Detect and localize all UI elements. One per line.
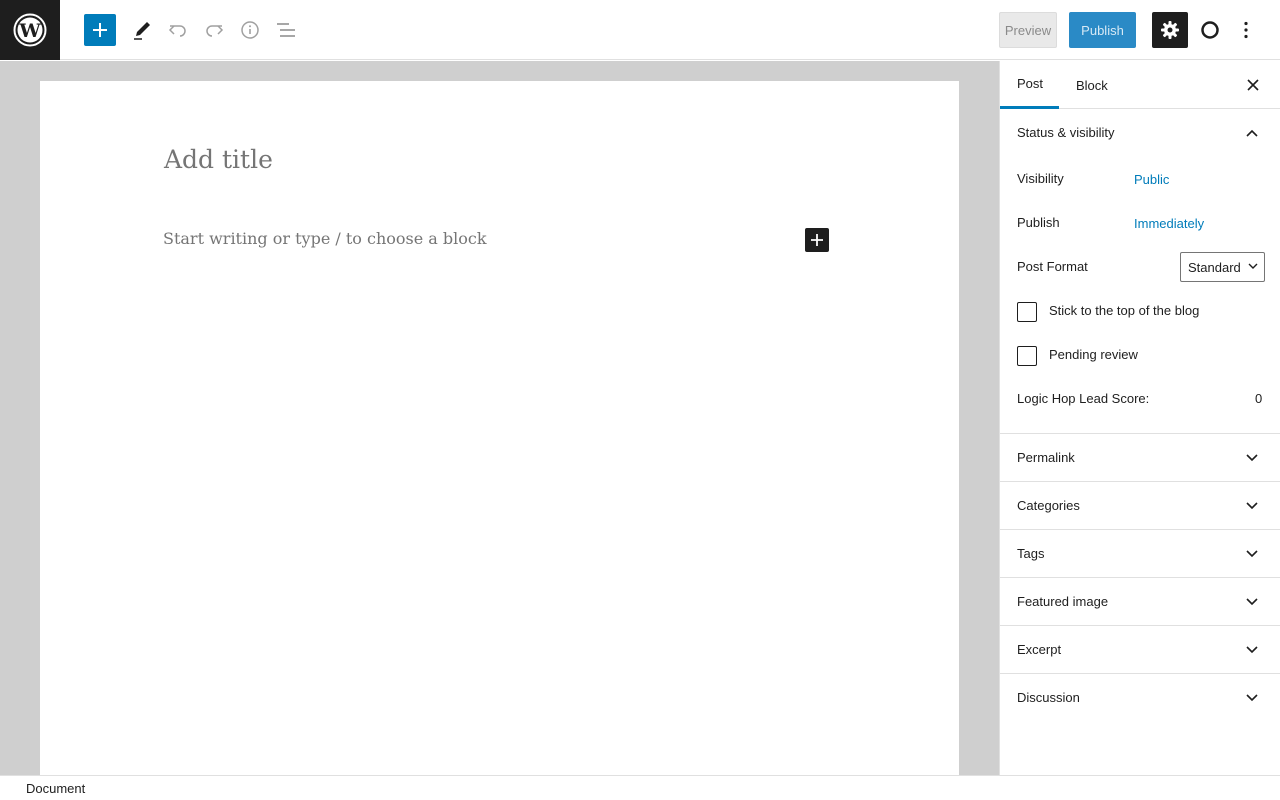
svg-text:W: W xyxy=(18,20,41,42)
tools-button[interactable] xyxy=(126,14,158,46)
pending-review-checkbox[interactable] xyxy=(1017,346,1037,366)
editor-page xyxy=(40,81,959,775)
preview-button[interactable]: Preview xyxy=(999,12,1057,48)
wordpress-logo-button[interactable]: W xyxy=(0,0,60,60)
publish-button[interactable]: Publish xyxy=(1069,12,1136,48)
circle-plugin-icon xyxy=(1201,21,1219,39)
visibility-label: Visibility xyxy=(1017,171,1064,186)
pencil-icon xyxy=(134,22,150,40)
chevron-down-icon xyxy=(1244,594,1260,610)
status-visibility-panel: Status & visibility Visibility Public Pu… xyxy=(1000,109,1280,434)
lead-score-value: 0 xyxy=(1255,391,1263,406)
chevron-down-icon xyxy=(1244,642,1260,658)
close-icon xyxy=(1247,79,1259,91)
undo-icon xyxy=(168,25,186,37)
chevron-down-icon xyxy=(1244,546,1260,562)
sidebar-tabs: Post Block xyxy=(1000,61,1280,109)
featured-image-panel[interactable]: Featured image xyxy=(1000,578,1280,626)
stick-to-top-label: Stick to the top of the blog xyxy=(1049,303,1200,318)
more-vertical-icon xyxy=(1244,21,1248,39)
permalink-panel[interactable]: Permalink xyxy=(1000,434,1280,482)
list-view-button[interactable] xyxy=(270,14,302,46)
panel-title: Featured image xyxy=(1017,594,1109,609)
details-button[interactable] xyxy=(234,14,266,46)
add-block-button[interactable] xyxy=(84,14,116,46)
settings-button[interactable] xyxy=(1152,12,1188,48)
plus-icon xyxy=(811,234,823,246)
status-visibility-toggle[interactable]: Status & visibility xyxy=(1017,125,1115,140)
categories-panel[interactable]: Categories xyxy=(1000,482,1280,530)
plus-icon xyxy=(93,23,107,37)
visibility-toggle[interactable]: Public xyxy=(1134,172,1169,187)
publish-label: Publish xyxy=(1017,215,1060,230)
breadcrumb-document[interactable]: Document xyxy=(26,781,85,796)
redo-button[interactable] xyxy=(198,14,230,46)
discussion-panel[interactable]: Discussion xyxy=(1000,674,1280,722)
block-breadcrumb-bar: Document xyxy=(0,775,1280,800)
chevron-down-icon xyxy=(1244,450,1260,466)
chevron-down-icon xyxy=(1248,263,1258,269)
list-view-icon xyxy=(277,23,295,37)
chevron-down-icon xyxy=(1244,498,1260,514)
inline-add-block-button[interactable] xyxy=(805,228,829,252)
publish-date-toggle[interactable]: Immediately xyxy=(1134,216,1204,231)
panel-title: Categories xyxy=(1017,498,1080,513)
block-placeholder[interactable]: Start writing or type / to choose a bloc… xyxy=(163,229,487,248)
post-format-value: Standard xyxy=(1188,259,1241,275)
excerpt-panel[interactable]: Excerpt xyxy=(1000,626,1280,674)
info-icon xyxy=(241,21,259,39)
chevron-down-icon xyxy=(1244,690,1260,706)
pending-review-label: Pending review xyxy=(1049,347,1138,362)
tags-panel[interactable]: Tags xyxy=(1000,530,1280,578)
redo-icon xyxy=(206,25,224,37)
wordpress-logo-icon: W xyxy=(13,13,47,47)
tab-block[interactable]: Block xyxy=(1076,61,1108,109)
editor-header: W Preview Publish xyxy=(0,0,1280,60)
stick-to-top-checkbox[interactable] xyxy=(1017,302,1037,322)
settings-sidebar: Post Block Status & visibility Visibilit… xyxy=(999,61,1280,775)
panel-title: Permalink xyxy=(1017,450,1075,465)
undo-button[interactable] xyxy=(162,14,194,46)
panel-title: Tags xyxy=(1017,546,1045,561)
panel-title: Excerpt xyxy=(1017,642,1062,657)
panel-title: Discussion xyxy=(1017,690,1080,705)
post-format-label: Post Format xyxy=(1017,259,1088,274)
gear-icon xyxy=(1161,21,1179,39)
plugin-button[interactable] xyxy=(1196,12,1224,48)
tab-post[interactable]: Post xyxy=(1000,61,1059,109)
close-sidebar-button[interactable] xyxy=(1241,73,1265,97)
chevron-up-icon[interactable] xyxy=(1244,125,1260,141)
lead-score-label: Logic Hop Lead Score: xyxy=(1017,391,1150,406)
post-title-input[interactable]: Add title xyxy=(164,145,273,174)
post-format-select[interactable]: Standard xyxy=(1180,252,1265,282)
options-menu-button[interactable] xyxy=(1232,12,1260,48)
